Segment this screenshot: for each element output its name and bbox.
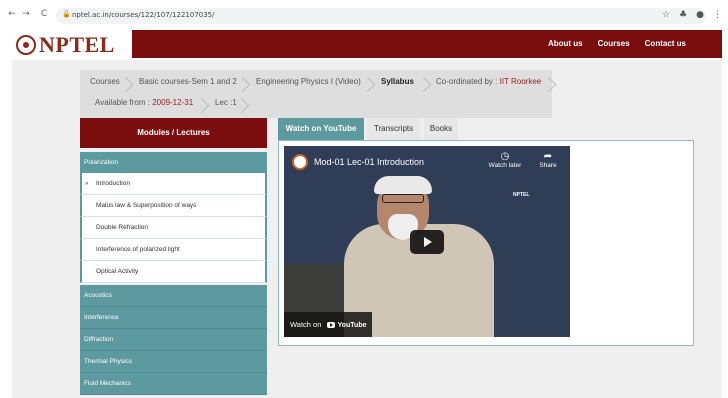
youtube-video-player[interactable]: Mod-01 Lec-01 Introduction ◷ Watch later… [284, 146, 570, 337]
profile-icon[interactable]: ● [696, 10, 704, 20]
share-label: Share [539, 162, 557, 169]
lock-icon[interactable]: 🔒 [62, 10, 71, 18]
share-button[interactable]: ➦ Share [534, 152, 562, 170]
lecture-interference-polarized-light[interactable]: Interference of polarized light [80, 239, 267, 261]
module-thermal-physics[interactable]: Thermal Physics [80, 351, 267, 373]
breadcrumb-basic-courses[interactable]: Basic courses-Sem 1 and 2 [139, 77, 237, 86]
nav-courses[interactable]: Courses [598, 39, 630, 48]
watch-on-label: Watch on [290, 320, 322, 329]
tab-transcripts[interactable]: Transcripts [367, 118, 420, 140]
reload-icon[interactable]: C [38, 9, 50, 19]
bookmark-star-icon[interactable]: ☆ [662, 10, 670, 20]
breadcrumb-chevron-icon [543, 75, 553, 97]
lecture-double-refraction[interactable]: Double Refraction [80, 217, 267, 239]
top-nav-links: About us Courses Contact us [548, 39, 686, 48]
breadcrumb-chevron-icon [120, 75, 130, 97]
watch-on-youtube-button[interactable]: Watch on YouTube [284, 312, 372, 337]
module-diffraction[interactable]: Diffraction [80, 329, 267, 351]
watch-later-label: Watch later [488, 162, 522, 169]
breadcrumb-chevron-icon [237, 75, 247, 97]
youtube-wordmark: YouTube [337, 322, 367, 329]
breadcrumb-course-name[interactable]: Engineering Physics I (Video) [256, 77, 361, 86]
breadcrumb-syllabus[interactable]: Syllabus [381, 77, 414, 86]
lecturer-hair [374, 176, 432, 194]
breadcrumb-chevron-icon [362, 75, 372, 97]
back-icon[interactable]: ← [6, 9, 18, 19]
video-title[interactable]: Mod-01 Lec-01 Introduction [314, 157, 424, 167]
lecture-malus-law[interactable]: Malus law & Superposition of ways [80, 195, 267, 217]
share-arrow-icon: ➦ [543, 151, 553, 162]
module-polarization[interactable]: Polarization [80, 152, 267, 174]
breadcrumb-chevron-icon [418, 75, 428, 97]
menu-icon[interactable]: ⋮ [713, 10, 722, 20]
tab-books[interactable]: Books [424, 118, 458, 140]
logo-text: NPTEL [39, 32, 115, 57]
coordinated-by: Co-ordinated by : IIT Roorkee [436, 77, 541, 86]
lecture-label: Malus law & Superposition of ways [96, 202, 197, 209]
watch-later-button[interactable]: ◷ Watch later [488, 152, 522, 170]
available-label: Available from : [95, 98, 153, 107]
lecture-label: Interference of polarized light [96, 246, 180, 253]
nptel-watermark: NPTEL [513, 192, 530, 198]
breadcrumb-chevron-icon [236, 96, 246, 118]
browser-actions: ☆ ♣ ● ⋮ [662, 10, 722, 20]
module-acoustics[interactable]: Acoustics [80, 285, 267, 307]
logo-emblem-icon [16, 35, 36, 55]
breadcrumb-courses[interactable]: Courses [90, 77, 120, 86]
nav-contact-us[interactable]: Contact us [645, 39, 686, 48]
url-text[interactable]: nptel.ac.in/courses/122/107/122107035/ [72, 11, 215, 19]
lecture-label: Optical Activity [96, 268, 139, 275]
coordinated-label: Co-ordinated by : [436, 77, 500, 86]
modules-lectures-header: Modules / Lectures [80, 118, 267, 148]
available-date: 2009-12-31 [152, 98, 194, 107]
nav-about-us[interactable]: About us [548, 39, 583, 48]
module-interference[interactable]: Interference [80, 307, 267, 329]
lecture-introduction[interactable]: » Introduction [80, 173, 267, 195]
channel-avatar-icon[interactable] [292, 154, 308, 170]
available-from: Available from : 2009-12-31 [95, 98, 193, 107]
breadcrumb-chevron-icon [196, 96, 206, 118]
clock-icon: ◷ [500, 151, 510, 162]
lecturer-glasses [382, 194, 424, 203]
tab-watch-on-youtube[interactable]: Watch on YouTube [278, 118, 364, 140]
top-nav-bar: About us Courses Contact us [132, 30, 722, 58]
extensions-icon[interactable]: ♣ [679, 10, 687, 20]
lecture-optical-activity[interactable]: Optical Activity [80, 261, 267, 283]
lecture-label: Double Refraction [96, 224, 149, 231]
nptel-logo[interactable]: NPTEL [16, 30, 132, 60]
forward-icon[interactable]: → [20, 9, 32, 19]
youtube-logo-icon [326, 322, 335, 329]
coordinated-institute: IIT Roorkee [499, 77, 542, 86]
play-icon[interactable] [410, 230, 444, 254]
lecture-label: Introduction [96, 180, 130, 187]
bullet-icon: » [85, 181, 89, 187]
module-fluid-mechanics[interactable]: Fluid Mechanics [80, 373, 267, 395]
